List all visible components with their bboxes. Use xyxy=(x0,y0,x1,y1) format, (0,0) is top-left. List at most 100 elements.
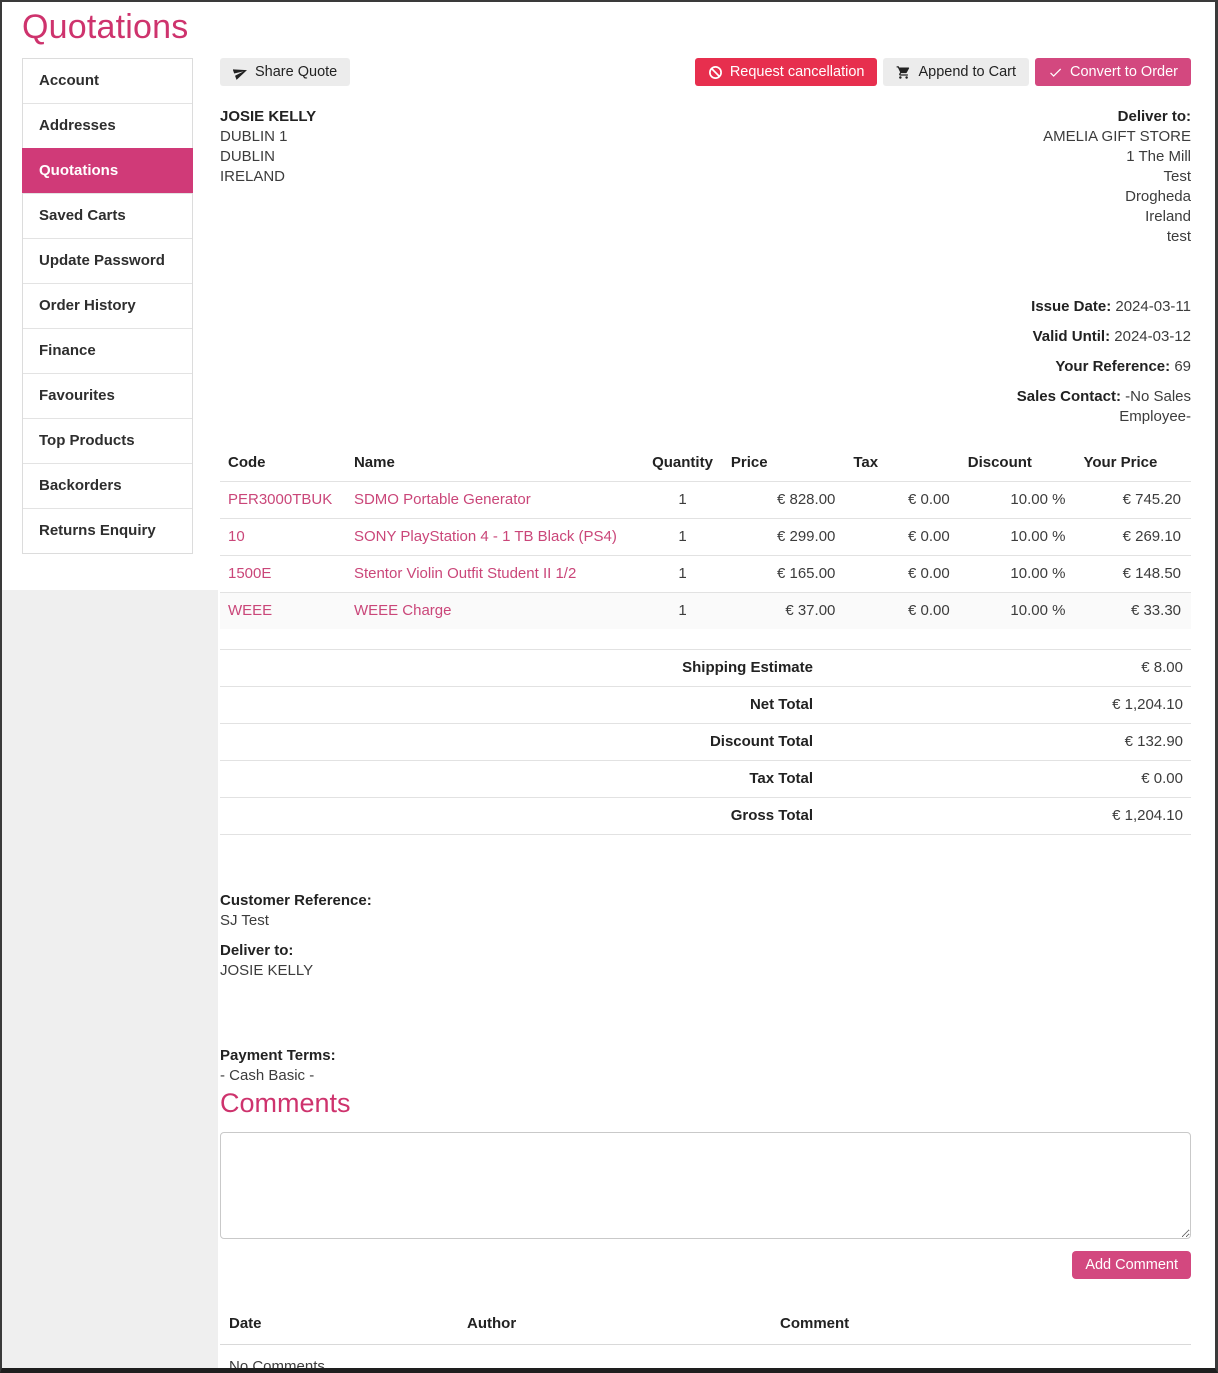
table-row: 1500E Stentor Violin Outfit Student II 1… xyxy=(220,556,1191,593)
quote-items-table: Code Name Quantity Price Tax Discount Yo… xyxy=(220,445,1191,629)
comments-heading: Comments xyxy=(220,1088,1191,1119)
quotation-detail: Share Quote Request cancellation Append … xyxy=(220,51,1191,1373)
item-tax: € 0.00 xyxy=(845,556,959,593)
billing-address: JOSIE KELLY DUBLIN 1 DUBLIN IRELAND xyxy=(220,107,316,247)
table-row: No Comments. xyxy=(220,1345,1191,1373)
item-code-link[interactable]: PER3000TBUK xyxy=(228,491,332,508)
deliver-to-label: Deliver to: xyxy=(1043,107,1191,127)
col-header-discount: Discount xyxy=(960,445,1076,482)
quotation-page: Quotations Account Addresses Quotations … xyxy=(0,0,1218,1373)
sidebar-item-finance[interactable]: Finance xyxy=(23,328,192,373)
item-discount: 10.00 % xyxy=(960,519,1076,556)
cart-icon xyxy=(896,65,911,80)
col-header-name: Name xyxy=(346,445,644,482)
comments-table: Date Author Comment No Comments. xyxy=(220,1305,1191,1373)
item-quantity: 1 xyxy=(644,593,723,630)
item-code-link[interactable]: 1500E xyxy=(228,565,271,582)
sidebar-item-update-password[interactable]: Update Password xyxy=(23,238,192,283)
comment-actions: Add Comment xyxy=(220,1251,1191,1279)
billing-line: DUBLIN xyxy=(220,147,316,167)
total-value: € 1,204.10 xyxy=(821,687,1191,724)
sidebar-item-returns-enquiry[interactable]: Returns Enquiry xyxy=(23,508,192,553)
total-label: Net Total xyxy=(220,687,821,724)
sidebar-item-top-products[interactable]: Top Products xyxy=(23,418,192,463)
ban-icon xyxy=(708,65,723,80)
item-tax: € 0.00 xyxy=(845,593,959,630)
addresses: JOSIE KELLY DUBLIN 1 DUBLIN IRELAND Deli… xyxy=(220,107,1191,247)
share-quote-button[interactable]: Share Quote xyxy=(220,58,350,86)
col-header-author: Author xyxy=(458,1305,771,1345)
total-value: € 132.90 xyxy=(821,724,1191,761)
col-header-date: Date xyxy=(220,1305,458,1345)
item-your-price: € 33.30 xyxy=(1075,593,1191,630)
item-quantity: 1 xyxy=(644,556,723,593)
total-value: € 1,204.10 xyxy=(821,798,1191,835)
add-comment-button[interactable]: Add Comment xyxy=(1072,1251,1191,1279)
item-name-link[interactable]: SDMO Portable Generator xyxy=(354,491,531,508)
request-cancellation-button[interactable]: Request cancellation xyxy=(695,58,878,86)
item-price: € 165.00 xyxy=(723,556,845,593)
comments-header-row: Date Author Comment xyxy=(220,1305,1191,1345)
sales-contact: Sales Contact: -No Sales Employee- xyxy=(1005,387,1191,427)
convert-to-order-button[interactable]: Convert to Order xyxy=(1035,58,1191,86)
quote-meta: Issue Date: 2024-03-11 Valid Until: 2024… xyxy=(220,297,1191,427)
comment-input[interactable] xyxy=(220,1132,1191,1239)
shipping-address: Deliver to: AMELIA GIFT STORE 1 The Mill… xyxy=(1043,107,1191,247)
item-discount: 10.00 % xyxy=(960,556,1076,593)
sidebar-item-saved-carts[interactable]: Saved Carts xyxy=(23,193,192,238)
sidebar-item-favourites[interactable]: Favourites xyxy=(23,373,192,418)
col-header-your-price: Your Price xyxy=(1075,445,1191,482)
col-header-price: Price xyxy=(723,445,845,482)
item-your-price: € 148.50 xyxy=(1075,556,1191,593)
item-name-link[interactable]: SONY PlayStation 4 - 1 TB Black (PS4) xyxy=(354,528,617,545)
toolbar: Share Quote Request cancellation Append … xyxy=(220,58,1191,86)
check-icon xyxy=(1048,65,1063,80)
sidebar-item-quotations[interactable]: Quotations xyxy=(22,148,193,193)
shipping-line: AMELIA GIFT STORE xyxy=(1043,127,1191,147)
total-label: Discount Total xyxy=(220,724,821,761)
billing-line: IRELAND xyxy=(220,167,316,187)
shipping-line: 1 The Mill xyxy=(1043,147,1191,167)
item-tax: € 0.00 xyxy=(845,482,959,519)
payment-terms: Payment Terms: - Cash Basic - xyxy=(220,1046,1191,1086)
item-price: € 37.00 xyxy=(723,593,845,630)
sidebar-item-account[interactable]: Account xyxy=(23,59,192,103)
table-row: WEEE WEEE Charge 1 € 37.00 € 0.00 10.00 … xyxy=(220,593,1191,630)
no-comments-text: No Comments. xyxy=(220,1345,1191,1373)
item-name-link[interactable]: WEEE Charge xyxy=(354,602,452,619)
shipping-line: Test xyxy=(1043,167,1191,187)
col-header-comment: Comment xyxy=(771,1305,1191,1345)
item-price: € 299.00 xyxy=(723,519,845,556)
totals-table: Shipping Estimate € 8.00 Net Total € 1,2… xyxy=(220,649,1191,835)
quote-details: Customer Reference: SJ Test Deliver to: … xyxy=(220,891,1191,981)
col-header-quantity: Quantity xyxy=(644,445,723,482)
item-your-price: € 745.20 xyxy=(1075,482,1191,519)
sidebar-item-backorders[interactable]: Backorders xyxy=(23,463,192,508)
totals-row: Net Total € 1,204.10 xyxy=(220,687,1191,724)
item-code-link[interactable]: WEEE xyxy=(228,602,272,619)
append-to-cart-button[interactable]: Append to Cart xyxy=(883,58,1029,86)
totals-row: Shipping Estimate € 8.00 xyxy=(220,650,1191,687)
quote-actions: Request cancellation Append to Cart Conv… xyxy=(695,58,1191,86)
paper-plane-icon xyxy=(233,65,248,80)
billing-line: DUBLIN 1 xyxy=(220,127,316,147)
total-value: € 8.00 xyxy=(821,650,1191,687)
item-discount: 10.00 % xyxy=(960,482,1076,519)
item-price: € 828.00 xyxy=(723,482,845,519)
totals-row: Discount Total € 132.90 xyxy=(220,724,1191,761)
account-menu: Account Addresses Quotations Saved Carts… xyxy=(22,58,193,554)
item-quantity: 1 xyxy=(644,519,723,556)
valid-until: Valid Until: 2024-03-12 xyxy=(220,327,1191,347)
col-header-code: Code xyxy=(220,445,346,482)
sidebar-item-addresses[interactable]: Addresses xyxy=(23,103,192,148)
totals-row: Gross Total € 1,204.10 xyxy=(220,798,1191,835)
sidebar-item-order-history[interactable]: Order History xyxy=(23,283,192,328)
item-name-link[interactable]: Stentor Violin Outfit Student II 1/2 xyxy=(354,565,576,582)
item-code-link[interactable]: 10 xyxy=(228,528,245,545)
total-label: Tax Total xyxy=(220,761,821,798)
item-your-price: € 269.10 xyxy=(1075,519,1191,556)
item-tax: € 0.00 xyxy=(845,519,959,556)
table-row: PER3000TBUK SDMO Portable Generator 1 € … xyxy=(220,482,1191,519)
page-header: Quotations xyxy=(2,2,1215,51)
sidebar: Account Addresses Quotations Saved Carts… xyxy=(2,51,201,554)
